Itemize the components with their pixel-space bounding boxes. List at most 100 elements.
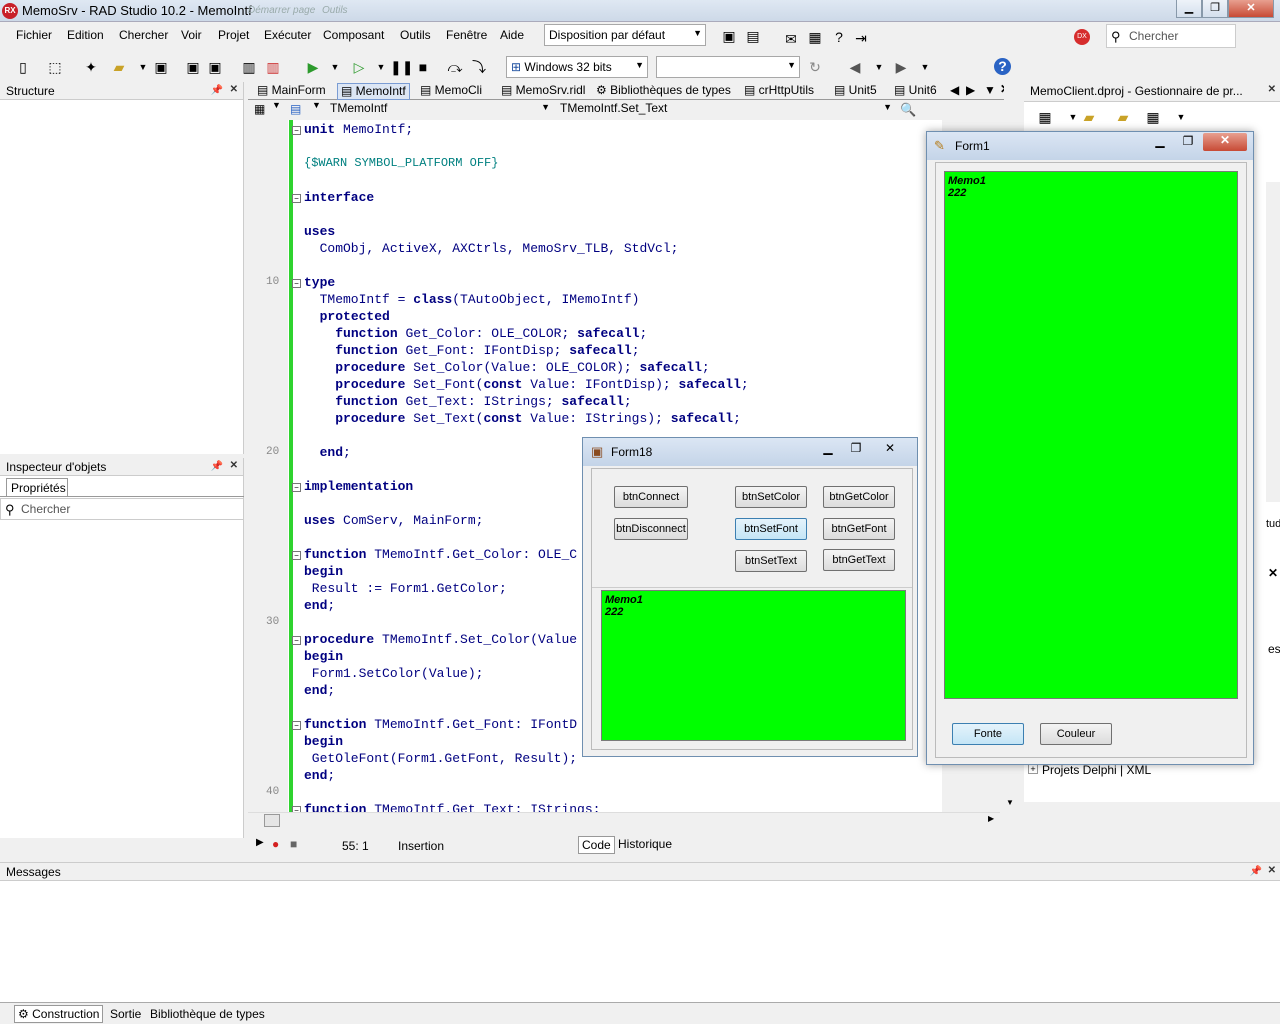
tabs-list-icon[interactable]: ▼ [984, 83, 996, 97]
menu-fichier[interactable]: Fichier [16, 28, 52, 42]
minimize-button[interactable]: ▁ [1176, 0, 1202, 18]
pm-folder-icon[interactable]: ▰ [1114, 108, 1132, 126]
class-icon[interactable]: ▤ [290, 102, 304, 118]
expand-icon[interactable]: + [1028, 764, 1038, 774]
pin-icon[interactable]: 📌 [1250, 866, 1262, 877]
tabs-scroll-left-icon[interactable]: ◀ [950, 83, 959, 97]
tab-historique[interactable]: Historique [618, 837, 672, 851]
form1-memo1[interactable]: Memo1 222 [944, 171, 1238, 699]
layout-combo[interactable]: Disposition par défaut ▼ [544, 24, 706, 46]
tabs-scroll-right-icon[interactable]: ▶ [966, 83, 975, 97]
tab-memocli[interactable]: ▤ MemoCli [417, 83, 485, 100]
fold-toggle-icon[interactable]: − [292, 483, 301, 492]
btnsetfont-button[interactable]: btnSetFont [735, 518, 807, 540]
tab-unit5[interactable]: ▤ Unit5 [831, 83, 880, 100]
editor-hscrollbar[interactable]: ▶ [248, 812, 1000, 828]
platform-combo[interactable]: ⊞ Windows 32 bits ▼ [506, 56, 648, 78]
run-without-debug-dropdown-icon[interactable]: ▼ [372, 58, 390, 76]
menu-aide[interactable]: Aide [500, 28, 524, 42]
projects-delphi-xml[interactable]: Projets Delphi | XML [1042, 763, 1151, 777]
btnconnect-button[interactable]: btnConnect [614, 486, 688, 508]
btngetfont-button[interactable]: btnGetFont [823, 518, 895, 540]
export-icon[interactable]: ⇥ [852, 29, 870, 47]
layout-save-icon[interactable]: ▣ [720, 27, 738, 45]
save-as-icon[interactable]: ▣ [206, 58, 224, 76]
form18-memo1[interactable]: Memo1 222 [601, 590, 906, 741]
chevron-down-icon[interactable]: ▼ [272, 100, 281, 110]
menu-voir[interactable]: Voir [181, 28, 202, 42]
tab-mainform[interactable]: ▤ MainForm [254, 83, 329, 100]
pm-add-icon[interactable]: ▰ [1080, 108, 1098, 126]
forward-arrow-icon[interactable]: ▶ [892, 58, 910, 76]
forward-dropdown-icon[interactable]: ▼ [916, 58, 934, 76]
inspector-search-input[interactable]: Chercher [21, 502, 70, 516]
maximize-button[interactable]: ❐ [843, 441, 869, 459]
fold-toggle-icon[interactable]: − [292, 194, 301, 203]
calendar-icon[interactable]: ▦ [806, 28, 824, 46]
search-box[interactable]: ⚲ Chercher [1106, 24, 1236, 48]
close-icon[interactable]: ✕ [1268, 865, 1276, 876]
remove-from-project-icon[interactable]: ▥ [264, 58, 282, 76]
btnsetcolor-button[interactable]: btnSetColor [735, 486, 807, 508]
close-button[interactable]: ✕ [875, 441, 905, 459]
couleur-button[interactable]: Couleur [1040, 723, 1112, 745]
tab-type-libraries[interactable]: ⚙ Bibliothèques de types [593, 83, 734, 100]
back-arrow-icon[interactable]: ◀ [846, 58, 864, 76]
fonte-button[interactable]: Fonte [952, 723, 1024, 745]
minimize-button[interactable]: ▁ [1147, 134, 1173, 152]
chevron-down-icon[interactable]: ▼ [312, 100, 321, 110]
class-combo[interactable]: TMemoIntf ▼ [326, 100, 552, 118]
select-icon[interactable]: ⬚ [46, 58, 64, 76]
fold-toggle-icon[interactable]: − [292, 551, 301, 560]
open-dropdown-icon[interactable]: ▼ [134, 58, 152, 76]
run-without-debug-icon[interactable]: ▷ [350, 58, 368, 76]
run-dropdown-icon[interactable]: ▼ [326, 58, 344, 76]
minimize-button[interactable]: ▁ [815, 441, 841, 459]
open-folder-icon[interactable]: ▰ [110, 58, 128, 76]
maximize-button[interactable]: ❐ [1175, 134, 1201, 152]
tab-crhttputils[interactable]: ▤ crHttpUtils [741, 83, 817, 100]
refresh-icon[interactable]: ↻ [806, 58, 824, 76]
tab-code[interactable]: Code [578, 836, 615, 854]
pm-view-dropdown-icon[interactable]: ▼ [1172, 108, 1190, 126]
pin-icon[interactable]: 📌 [211, 461, 223, 472]
run-icon[interactable]: ▶ [304, 58, 322, 76]
close-icon[interactable]: ✕ [1268, 566, 1278, 580]
scroll-down-icon[interactable]: ▼ [1006, 798, 1014, 807]
method-combo[interactable]: TMemoIntf.Set_Text ▼ [556, 100, 894, 118]
stop-icon[interactable]: ■ [414, 58, 432, 76]
scroll-right-icon[interactable]: ▶ [988, 814, 994, 823]
menu-edition[interactable]: Edition [67, 28, 104, 42]
close-icon[interactable]: ✕ [230, 84, 238, 95]
play-macro-icon[interactable]: ▶ [256, 837, 264, 848]
add-to-project-icon[interactable]: ▥ [240, 58, 258, 76]
save-icon[interactable]: ▣ [152, 58, 170, 76]
close-button[interactable]: ✕ [1228, 0, 1274, 18]
btngettext-button[interactable]: btnGetText [823, 549, 895, 571]
fold-toggle-icon[interactable]: − [292, 279, 301, 288]
close-button[interactable]: ✕ [1203, 133, 1247, 151]
menu-chercher[interactable]: Chercher [119, 28, 168, 42]
pause-icon[interactable]: ❚❚ [390, 58, 413, 76]
tab-unit6[interactable]: ▤ Unit6 [891, 83, 940, 100]
menu-projet[interactable]: Projet [218, 28, 249, 42]
pm-scrollbar[interactable] [1266, 182, 1280, 502]
tab-bibliotheque-types[interactable]: Bibliothèque de types [150, 1007, 265, 1021]
save-all-icon[interactable]: ▣ [184, 58, 202, 76]
pm-activate-icon[interactable]: ▦ [1036, 108, 1054, 126]
record-macro-icon[interactable]: ● [272, 837, 279, 851]
layout-apply-icon[interactable]: ▤ [744, 27, 762, 45]
btndisconnect-button[interactable]: btnDisconnect [614, 518, 688, 540]
tab-construction[interactable]: ⚙ Construction [14, 1005, 104, 1023]
close-icon[interactable]: ✕ [1268, 84, 1276, 95]
maximize-button[interactable]: ❐ [1202, 0, 1228, 18]
new-file-icon[interactable]: ▯ [14, 58, 32, 76]
btnsettext-button[interactable]: btnSetText [735, 550, 807, 572]
menu-composant[interactable]: Composant [323, 28, 384, 42]
step-over-icon[interactable]: ⤼ [446, 58, 464, 76]
menu-executer[interactable]: Exécuter [264, 28, 311, 42]
new-items-icon[interactable]: ✦ [82, 58, 100, 76]
btngetcolor-button[interactable]: btnGetColor [823, 486, 895, 508]
search-input[interactable]: Chercher [1129, 29, 1178, 43]
tab-sortie[interactable]: Sortie [110, 1007, 141, 1021]
